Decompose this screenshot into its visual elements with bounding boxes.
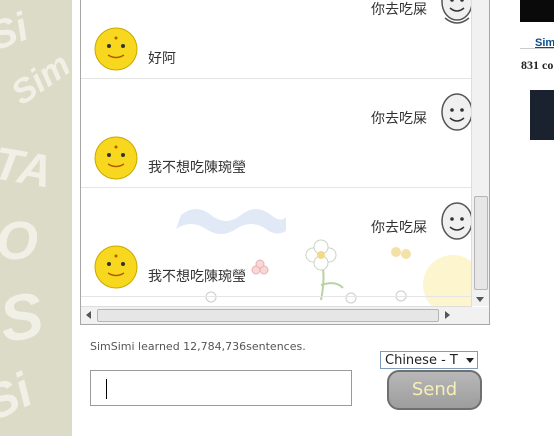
user-message: 你去吃屎 [371,220,427,236]
simsimi-message: 我不想吃陳琬瑩 [148,160,246,176]
user-avatar-icon [441,202,472,240]
scrollbar-corner [472,307,489,324]
learned-count-text: SimSimi learned 12,784,736sentences. [90,340,306,353]
language-select-value: Chinese - T [385,353,458,368]
comment-count: 831 co [521,58,554,72]
side-divider [520,48,554,49]
simsimi-avatar-icon [94,136,138,180]
scroll-left-arrow-icon[interactable] [86,311,91,319]
simsimi-avatar-icon [94,245,138,289]
scroll-down-arrow-icon[interactable] [476,297,484,302]
chat-log[interactable]: 你去吃屎 好阿 你去吃屎 我不想吃陳琬瑩 你去吃屎 我不想吃陳琬瑩 [81,0,472,306]
user-avatar-icon [441,93,472,131]
horizontal-scroll-thumb[interactable] [97,309,439,322]
simsimi-message: 好阿 [148,51,176,67]
message-divider [81,187,472,188]
user-message: 你去吃屎 [371,2,427,18]
chevron-down-icon [466,358,474,363]
message-input[interactable] [90,370,352,406]
background-decoration: Si Sim TA O S Si [0,0,72,436]
message-divider [81,296,472,297]
scroll-right-arrow-icon[interactable] [445,311,450,319]
user-message: 你去吃屎 [371,111,427,127]
user-avatar-icon [441,0,472,24]
vertical-scroll-thumb[interactable] [474,196,488,290]
video-thumbnail[interactable] [520,0,554,22]
vertical-scrollbar[interactable] [471,0,489,306]
chat-background-art [176,209,472,306]
send-button[interactable]: Send [387,370,482,410]
chat-window: 你去吃屎 好阿 你去吃屎 我不想吃陳琬瑩 你去吃屎 我不想吃陳琬瑩 [80,0,490,325]
text-caret [106,379,107,399]
language-select[interactable]: Chinese - T [380,351,478,369]
simsimi-avatar-icon [94,27,138,71]
simsimi-message: 我不想吃陳琬瑩 [148,269,246,285]
side-panel: Sim 831 co [515,0,554,436]
video-thumbnail[interactable] [530,90,554,140]
horizontal-scrollbar[interactable] [81,306,472,324]
message-divider [81,78,472,79]
